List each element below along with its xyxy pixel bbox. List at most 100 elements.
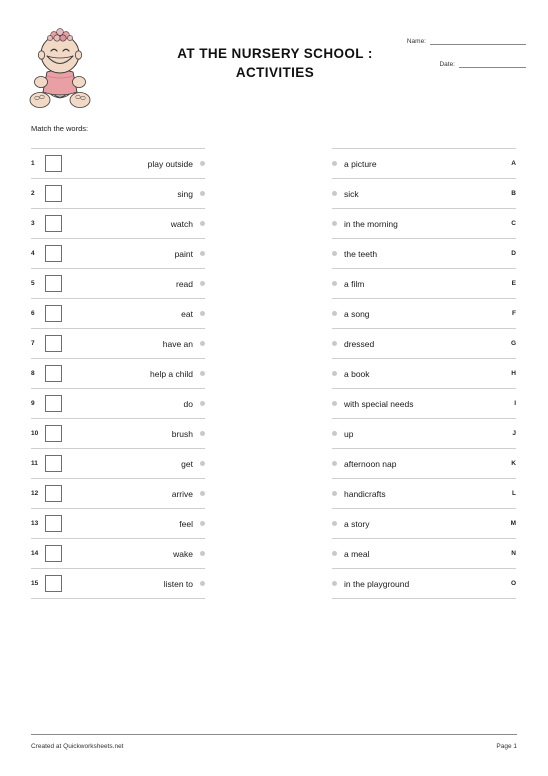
table-row: 14 wake	[31, 539, 205, 569]
answer-box[interactable]	[45, 455, 62, 472]
item-letter: E	[511, 280, 516, 287]
connector-dot-icon[interactable]	[332, 491, 337, 496]
connector-dot-icon[interactable]	[332, 521, 337, 526]
table-row: with special needs I	[332, 389, 516, 419]
answer-box[interactable]	[45, 305, 62, 322]
item-phrase: a picture	[344, 158, 377, 169]
table-row: 3 watch	[31, 209, 205, 239]
name-input-line[interactable]	[430, 36, 526, 45]
answer-box[interactable]	[45, 215, 62, 232]
table-row: 12 arrive	[31, 479, 205, 509]
footer-credit: Created at Quickworksheets.net	[31, 743, 124, 750]
connector-dot-icon[interactable]	[332, 551, 337, 556]
answer-box[interactable]	[45, 365, 62, 382]
connector-dot-icon[interactable]	[332, 431, 337, 436]
table-row: handicrafts L	[332, 479, 516, 509]
answer-box[interactable]	[45, 185, 62, 202]
table-row: in the morning C	[332, 209, 516, 239]
connector-dot-icon[interactable]	[200, 161, 205, 166]
connector-dot-icon[interactable]	[332, 191, 337, 196]
table-row: a film E	[332, 269, 516, 299]
answer-box[interactable]	[45, 545, 62, 562]
item-phrase: a film	[344, 278, 365, 289]
connector-dot-icon[interactable]	[332, 581, 337, 586]
connector-dot-icon[interactable]	[332, 251, 337, 256]
connector-dot-icon[interactable]	[200, 491, 205, 496]
worksheet-header: AT THE NURSERY SCHOOL : ACTIVITIES Name:…	[0, 0, 548, 118]
answer-box[interactable]	[45, 155, 62, 172]
item-phrase: up	[344, 428, 354, 439]
item-word: have an	[162, 338, 193, 349]
connector-dot-icon[interactable]	[332, 311, 337, 316]
title-line-2: ACTIVITIES	[235, 65, 315, 80]
item-phrase: sick	[344, 188, 359, 199]
answer-box[interactable]	[45, 245, 62, 262]
item-letter: A	[511, 160, 516, 167]
item-phrase: a meal	[344, 548, 370, 559]
table-row: up J	[332, 419, 516, 449]
item-letter: B	[511, 190, 516, 197]
table-row: 2 sing	[31, 179, 205, 209]
connector-dot-icon[interactable]	[332, 341, 337, 346]
connector-dot-icon[interactable]	[200, 191, 205, 196]
item-number: 10	[31, 430, 39, 437]
table-row: 10 brush	[31, 419, 205, 449]
item-word: play outside	[147, 158, 193, 169]
connector-dot-icon[interactable]	[200, 221, 205, 226]
item-word: get	[181, 458, 193, 469]
connector-dot-icon[interactable]	[200, 461, 205, 466]
name-field-row: Name:	[376, 36, 526, 45]
answer-box[interactable]	[45, 275, 62, 292]
connector-dot-icon[interactable]	[332, 161, 337, 166]
answer-box[interactable]	[45, 335, 62, 352]
item-word: paint	[174, 248, 193, 259]
item-word: eat	[181, 308, 193, 319]
answer-box[interactable]	[45, 425, 62, 442]
connector-dot-icon[interactable]	[332, 461, 337, 466]
item-phrase: afternoon nap	[344, 458, 397, 469]
item-letter: N	[511, 550, 516, 557]
connector-dot-icon[interactable]	[332, 281, 337, 286]
connector-dot-icon[interactable]	[200, 431, 205, 436]
table-row: 15 listen to	[31, 569, 205, 599]
connector-dot-icon[interactable]	[200, 281, 205, 286]
answer-box[interactable]	[45, 515, 62, 532]
item-phrase: handicrafts	[344, 488, 386, 499]
item-number: 6	[31, 310, 35, 317]
table-row: a meal N	[332, 539, 516, 569]
connector-dot-icon[interactable]	[200, 311, 205, 316]
item-phrase: a book	[344, 368, 370, 379]
item-number: 8	[31, 370, 35, 377]
item-letter: I	[514, 400, 516, 407]
connector-dot-icon[interactable]	[200, 371, 205, 376]
page-footer: Created at Quickworksheets.net Page 1	[31, 734, 517, 750]
footer-page-number: Page 1	[496, 743, 517, 750]
answer-box[interactable]	[45, 575, 62, 592]
left-column-words: 1 play outside 2 sing 3 watch 4 paint 5 read 6 eat 7…	[31, 148, 205, 599]
connector-dot-icon[interactable]	[200, 251, 205, 256]
table-row: 9 do	[31, 389, 205, 419]
connector-dot-icon[interactable]	[200, 341, 205, 346]
item-phrase: a song	[344, 308, 370, 319]
connector-dot-icon[interactable]	[332, 221, 337, 226]
item-letter: M	[510, 520, 516, 527]
date-input-line[interactable]	[459, 59, 526, 68]
connector-dot-icon[interactable]	[200, 581, 205, 586]
answer-box[interactable]	[45, 395, 62, 412]
table-row: 13 feel	[31, 509, 205, 539]
connector-dot-icon[interactable]	[332, 401, 337, 406]
item-letter: F	[512, 310, 516, 317]
connector-dot-icon[interactable]	[200, 401, 205, 406]
item-letter: D	[511, 250, 516, 257]
item-number: 13	[31, 520, 39, 527]
sitting-baby-clipart	[28, 26, 92, 110]
item-letter: O	[510, 580, 516, 587]
table-row: sick B	[332, 179, 516, 209]
connector-dot-icon[interactable]	[200, 521, 205, 526]
item-number: 14	[31, 550, 39, 557]
connector-dot-icon[interactable]	[200, 551, 205, 556]
connector-dot-icon[interactable]	[332, 371, 337, 376]
item-word: listen to	[163, 578, 193, 589]
item-word: brush	[171, 428, 193, 439]
answer-box[interactable]	[45, 485, 62, 502]
